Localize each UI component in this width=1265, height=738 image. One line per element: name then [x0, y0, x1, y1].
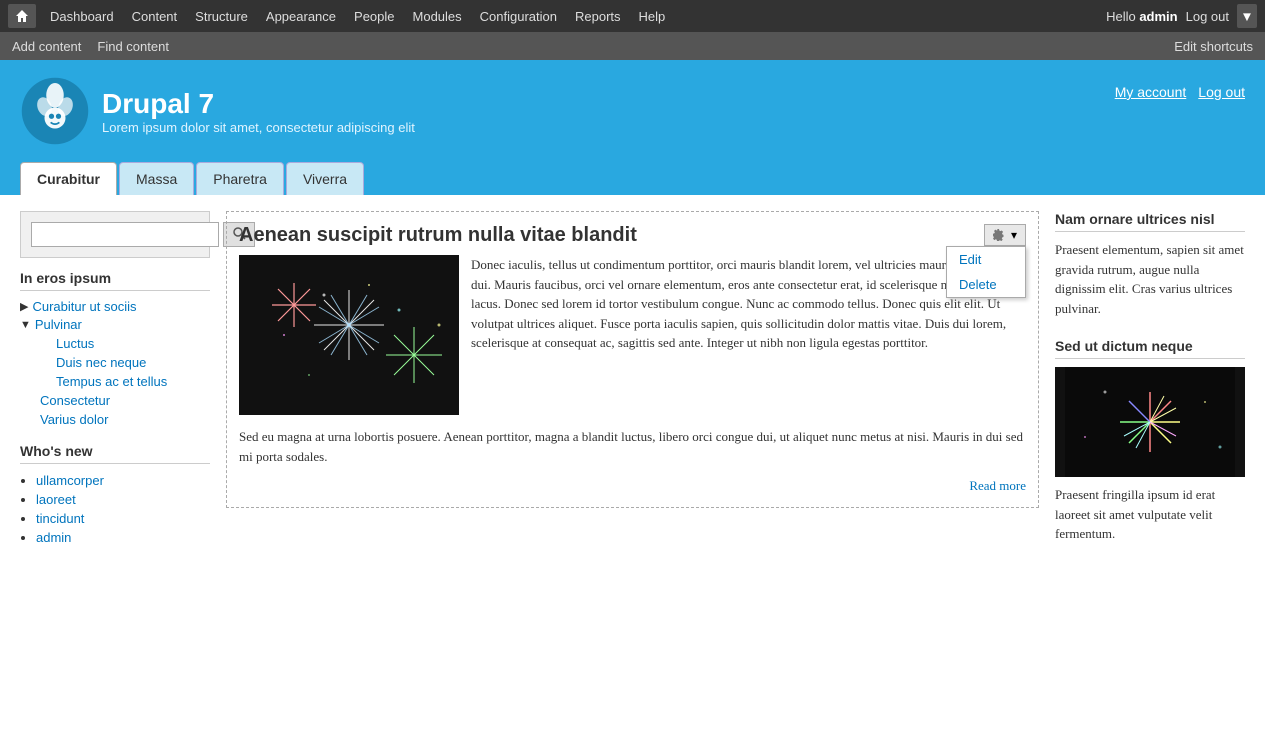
nav-modules[interactable]: Modules — [405, 5, 470, 28]
edit-action[interactable]: Edit — [947, 247, 1025, 272]
right-block-2: Sed ut dictum neque — [1055, 338, 1245, 544]
nav-help[interactable]: Help — [631, 5, 674, 28]
gear-icon — [993, 229, 1007, 241]
menu-link-pulvinar[interactable]: Pulvinar — [35, 317, 82, 332]
content-area: Aenean suscipit rutrum nulla vitae bland… — [226, 211, 1039, 564]
right-block-1-title: Nam ornare ultrices nisl — [1055, 211, 1245, 232]
article-node: Aenean suscipit rutrum nulla vitae bland… — [226, 211, 1039, 508]
add-content-shortcut[interactable]: Add content — [12, 39, 81, 54]
nav-tab-massa[interactable]: Massa — [119, 162, 194, 195]
search-block — [20, 211, 210, 258]
node-actions-button[interactable]: ▾ — [984, 224, 1026, 246]
edit-shortcuts-link[interactable]: Edit shortcuts — [1174, 39, 1253, 54]
menu-item-varius: Varius dolor — [20, 411, 210, 427]
nav-tab-pharetra[interactable]: Pharetra — [196, 162, 284, 195]
new-user-admin: admin — [36, 529, 210, 545]
hello-label: Hello admin — [1106, 9, 1178, 24]
right-block-fireworks-svg — [1055, 367, 1245, 477]
article-body-text: Donec iaculis, tellus ut condimentum por… — [471, 255, 1026, 415]
header-brand: Drupal 7 Lorem ipsum dolor sit amet, con… — [20, 76, 415, 146]
left-sidebar: In eros ipsum ▶ Curabitur ut sociis ▼ Pu… — [20, 211, 210, 564]
menu-item-consectetur: Consectetur — [20, 392, 210, 408]
read-more-row: Read more — [239, 478, 1026, 495]
article-image — [239, 255, 459, 415]
menu-link-tempus[interactable]: Tempus ac et tellus — [56, 374, 167, 389]
menu-item-tempus: Tempus ac et tellus — [20, 373, 210, 389]
node-actions: ▾ Edit Delete — [984, 224, 1026, 246]
whos-new-block: Who's new ullamcorper laoreet tincidunt … — [20, 443, 210, 545]
header-top: Drupal 7 Lorem ipsum dolor sit amet, con… — [20, 76, 1245, 146]
home-button[interactable] — [8, 4, 36, 28]
menu-link-curabitur[interactable]: Curabitur ut sociis — [32, 299, 136, 314]
new-user-tincidunt: tincidunt — [36, 510, 210, 526]
read-more-link[interactable]: Read more — [969, 478, 1026, 493]
site-header: Drupal 7 Lorem ipsum dolor sit amet, con… — [0, 60, 1265, 195]
nav-tab-viverra[interactable]: Viverra — [286, 162, 364, 195]
drupal-logo — [20, 76, 90, 146]
article-full-text: Sed eu magna at urna lobortis posuere. A… — [239, 427, 1026, 466]
nav-structure[interactable]: Structure — [187, 5, 256, 28]
right-block-image — [1055, 367, 1245, 477]
header-logout-link[interactable]: Log out — [1198, 84, 1245, 100]
node-body: Donec iaculis, tellus ut condimentum por… — [239, 255, 1026, 415]
menu-link-duis[interactable]: Duis nec neque — [56, 355, 146, 370]
right-sidebar: Nam ornare ultrices nisl Praesent elemen… — [1055, 211, 1245, 564]
search-row — [31, 222, 199, 247]
menu-link-consectetur[interactable]: Consectetur — [40, 393, 110, 408]
admin-toolbar: Dashboard Content Structure Appearance P… — [0, 0, 1265, 32]
new-user-ullamcorper: ullamcorper — [36, 472, 210, 488]
right-block-2-title: Sed ut dictum neque — [1055, 338, 1245, 359]
menu-item-luctus: Luctus — [20, 335, 210, 351]
menu-item-duis: Duis nec neque — [20, 354, 210, 370]
right-block-1-text: Praesent elementum, sapien sit amet grav… — [1055, 240, 1245, 318]
new-user-link-tincidunt[interactable]: tincidunt — [36, 511, 84, 526]
new-user-link-laoreet[interactable]: laoreet — [36, 492, 76, 507]
nav-reports[interactable]: Reports — [567, 5, 629, 28]
right-block-1: Nam ornare ultrices nisl Praesent elemen… — [1055, 211, 1245, 318]
whos-new-title: Who's new — [20, 443, 210, 464]
submenu-pulvinar: Luctus Duis nec neque Tempus ac et tellu… — [20, 335, 210, 389]
menu-link-varius[interactable]: Varius dolor — [40, 412, 108, 427]
new-user-link-admin[interactable]: admin — [36, 530, 71, 545]
my-account-link[interactable]: My account — [1115, 84, 1187, 100]
menu-item-curabitur: ▶ Curabitur ut sociis — [20, 299, 210, 314]
new-user-link-ullamcorper[interactable]: ullamcorper — [36, 473, 104, 488]
nav-dashboard[interactable]: Dashboard — [42, 5, 122, 28]
main-navigation: Curabitur Massa Pharetra Viverra — [20, 162, 1245, 195]
node-header: Aenean suscipit rutrum nulla vitae bland… — [239, 224, 1026, 247]
whos-new-list: ullamcorper laoreet tincidunt admin — [20, 472, 210, 545]
right-block-2-text: Praesent fringilla ipsum id erat laoreet… — [1055, 485, 1245, 544]
site-name-block: Drupal 7 Lorem ipsum dolor sit amet, con… — [102, 88, 415, 135]
shortcuts-bar: Add content Find content Edit shortcuts — [0, 32, 1265, 60]
nav-configuration[interactable]: Configuration — [472, 5, 565, 28]
fireworks-svg — [239, 255, 459, 415]
toolbar-arrow-button[interactable]: ▼ — [1237, 4, 1257, 28]
nav-tab-curabitur[interactable]: Curabitur — [20, 162, 117, 195]
find-content-shortcut[interactable]: Find content — [97, 39, 169, 54]
delete-action[interactable]: Delete — [947, 272, 1025, 297]
arrow-right-icon: ▶ — [20, 300, 28, 313]
sidebar-menu-title: In eros ipsum — [20, 270, 210, 291]
site-name: Drupal 7 — [102, 88, 415, 120]
header-user-links: My account Log out — [1115, 76, 1245, 100]
actions-dropdown: Edit Delete — [946, 246, 1026, 298]
sidebar-menu: ▶ Curabitur ut sociis ▼ Pulvinar Luctus — [20, 299, 210, 427]
new-user-laoreet: laoreet — [36, 491, 210, 507]
menu-link-luctus[interactable]: Luctus — [56, 336, 94, 351]
nav-people[interactable]: People — [346, 5, 402, 28]
nav-content[interactable]: Content — [124, 5, 186, 28]
main-layout: In eros ipsum ▶ Curabitur ut sociis ▼ Pu… — [0, 195, 1265, 580]
search-input[interactable] — [31, 222, 219, 247]
arrow-down-icon: ▼ — [20, 319, 31, 331]
menu-item-pulvinar: ▼ Pulvinar Luctus Duis nec neque Tempus … — [20, 317, 210, 389]
nav-appearance[interactable]: Appearance — [258, 5, 344, 28]
article-title: Aenean suscipit rutrum nulla vitae bland… — [239, 224, 984, 247]
admin-toolbar-right: Hello admin Log out ▼ — [1106, 4, 1257, 28]
site-slogan: Lorem ipsum dolor sit amet, consectetur … — [102, 120, 415, 135]
home-icon — [15, 9, 29, 23]
admin-toolbar-left: Dashboard Content Structure Appearance P… — [8, 4, 1106, 28]
admin-username: admin — [1139, 9, 1177, 24]
in-eros-ipsum-block: In eros ipsum ▶ Curabitur ut sociis ▼ Pu… — [20, 270, 210, 427]
logout-link[interactable]: Log out — [1186, 9, 1229, 24]
